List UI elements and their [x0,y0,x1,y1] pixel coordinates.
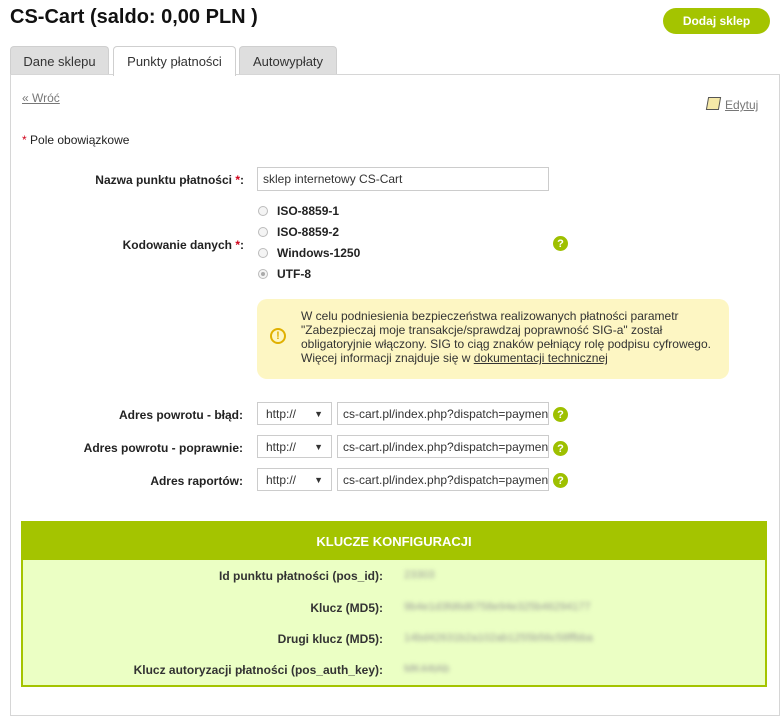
sig-notice: ! W celu podniesienia bezpieczeństwa rea… [257,299,729,379]
tab-shop-data[interactable]: Dane sklepu [10,46,109,75]
encoding-option-iso88592[interactable]: ISO-8859-2 [258,225,339,239]
return-error-protocol-select[interactable]: http://▼ [257,402,332,425]
pos-name-input[interactable]: sklep internetowy CS-Cart [257,167,549,191]
help-icon[interactable]: ? [553,473,568,488]
technical-docs-link[interactable]: dokumentacji technicznej [474,351,608,365]
radio-button[interactable] [258,248,268,258]
radio-button-selected[interactable] [258,269,268,279]
back-link[interactable]: « Wróć [22,91,60,105]
key-row: Drugi klucz (MD5): 14bd42631b2a102ab1255… [277,632,593,646]
tab-payment-points[interactable]: Punkty płatności [113,46,236,76]
radio-button[interactable] [258,206,268,216]
report-input[interactable]: cs-cart.pl/index.php?dispatch=payment [337,468,549,491]
report-label: Adres raportów: [150,474,243,488]
return-error-input[interactable]: cs-cart.pl/index.php?dispatch=payment [337,402,549,425]
encoding-option-windows1250[interactable]: Windows-1250 [258,246,360,260]
help-icon[interactable]: ? [553,407,568,422]
pos-name-label: Nazwa punktu płatności *: [95,173,244,187]
tab-auto-payouts[interactable]: Autowypłaty [239,46,337,75]
chevron-down-icon: ▼ [314,441,323,452]
return-error-label: Adres powrotu - błąd: [119,408,243,422]
warning-icon: ! [270,328,286,344]
encoding-option-iso88591[interactable]: ISO-8859-1 [258,204,339,218]
required-note-text: Pole obowiązkowe [30,133,130,147]
config-keys-title: KLUCZE KONFIGURACJI [23,523,765,560]
key-row: Klucz (MD5): 9b4e1d3fd6d6758e94e325b4629… [310,601,591,615]
main-panel: « Wróć Edytuj * Pole obowiązkowe Nazwa p… [10,74,780,716]
required-asterisk: * [22,133,27,147]
chevron-down-icon: ▼ [314,474,323,485]
edit-link-wrapper[interactable]: Edytuj [705,97,758,112]
required-note: * Pole obowiązkowe [22,133,129,147]
chevron-down-icon: ▼ [314,408,323,419]
encoding-label: Kodowanie danych *: [122,238,244,252]
report-protocol-select[interactable]: http://▼ [257,468,332,491]
page-title: CS-Cart (saldo: 0,00 PLN ) [10,6,258,28]
pencil-icon [705,97,722,110]
config-keys-box: KLUCZE KONFIGURACJI Id punktu płatności … [21,521,767,687]
return-ok-protocol-select[interactable]: http://▼ [257,435,332,458]
help-icon[interactable]: ? [553,236,568,251]
sig-notice-text: W celu podniesienia bezpieczeństwa reali… [301,309,711,365]
encoding-option-utf8[interactable]: UTF-8 [258,267,311,281]
radio-button[interactable] [258,227,268,237]
help-icon[interactable]: ? [553,441,568,456]
key-row: Klucz autoryzacji płatności (pos_auth_ke… [133,663,450,677]
key-row: Id punktu płatności (pos_id): 23303 [219,569,435,583]
edit-link[interactable]: Edytuj [725,98,758,112]
return-ok-input[interactable]: cs-cart.pl/index.php?dispatch=payment [337,435,549,458]
add-shop-button[interactable]: Dodaj sklep [663,8,770,34]
return-ok-label: Adres powrotu - poprawnie: [83,441,243,455]
